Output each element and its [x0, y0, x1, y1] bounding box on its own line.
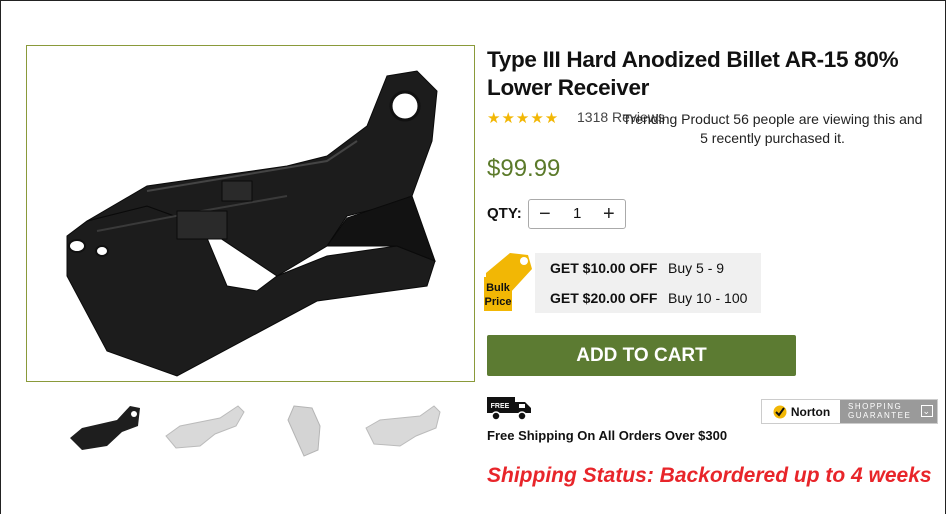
quantity-stepper: − 1 +	[528, 199, 626, 229]
quantity-input[interactable]: 1	[573, 205, 581, 222]
quantity-decrease-button[interactable]: −	[539, 202, 551, 226]
norton-shopping-guarantee-badge[interactable]: Norton SHOPPING GUARANTEE ⌄	[761, 399, 938, 424]
thumbnail-4[interactable]	[360, 398, 450, 464]
bulk-badge-line2: Price	[485, 296, 512, 308]
norton-brand-text: Norton	[790, 404, 831, 419]
quantity-label: QTY:	[487, 205, 522, 222]
star-rating-icon[interactable]: ★★★★★	[487, 109, 559, 127]
norton-logo: Norton	[762, 400, 840, 423]
bulk-tier-row: GET $20.00 OFF Buy 10 - 100	[535, 283, 761, 313]
bulk-price-tag-icon: Bulk Price	[484, 251, 534, 313]
norton-guarantee-text: SHOPPING GUARANTEE ⌄	[840, 400, 937, 423]
quantity-increase-button[interactable]: +	[603, 202, 615, 226]
bulk-badge-line1: Bulk	[486, 282, 511, 294]
checkmark-icon	[773, 405, 787, 418]
bulk-tier-range: Buy 10 - 100	[668, 290, 748, 306]
product-price: $99.99	[487, 155, 561, 182]
bulk-tier-range: Buy 5 - 9	[668, 260, 725, 276]
shipping-status: Shipping Status: Backordered up to 4 wee…	[487, 464, 932, 487]
add-to-cart-button[interactable]: ADD TO CART	[487, 335, 796, 376]
bulk-tier-offer: GET $20.00 OFF	[550, 290, 658, 306]
thumbnail-strip	[52, 398, 472, 464]
bulk-tier-offer: GET $10.00 OFF	[550, 260, 658, 276]
trending-notice: Trending Product 56 people are viewing t…	[622, 111, 923, 146]
thumbnail-3[interactable]	[264, 398, 354, 464]
product-title: Type III Hard Anodized Billet AR-15 80% …	[487, 47, 899, 100]
bulk-tier-row: GET $10.00 OFF Buy 5 - 9	[535, 253, 761, 283]
chevron-down-icon[interactable]: ⌄	[921, 405, 933, 417]
main-product-image[interactable]	[26, 45, 475, 382]
free-shipping-text: Free Shipping On All Orders Over $300	[487, 428, 728, 443]
thumbnail-1[interactable]	[62, 398, 152, 464]
thumbnail-2[interactable]	[160, 398, 250, 464]
delivery-truck-icon: FREE	[487, 395, 533, 421]
truck-free-label: FREE	[491, 403, 510, 410]
